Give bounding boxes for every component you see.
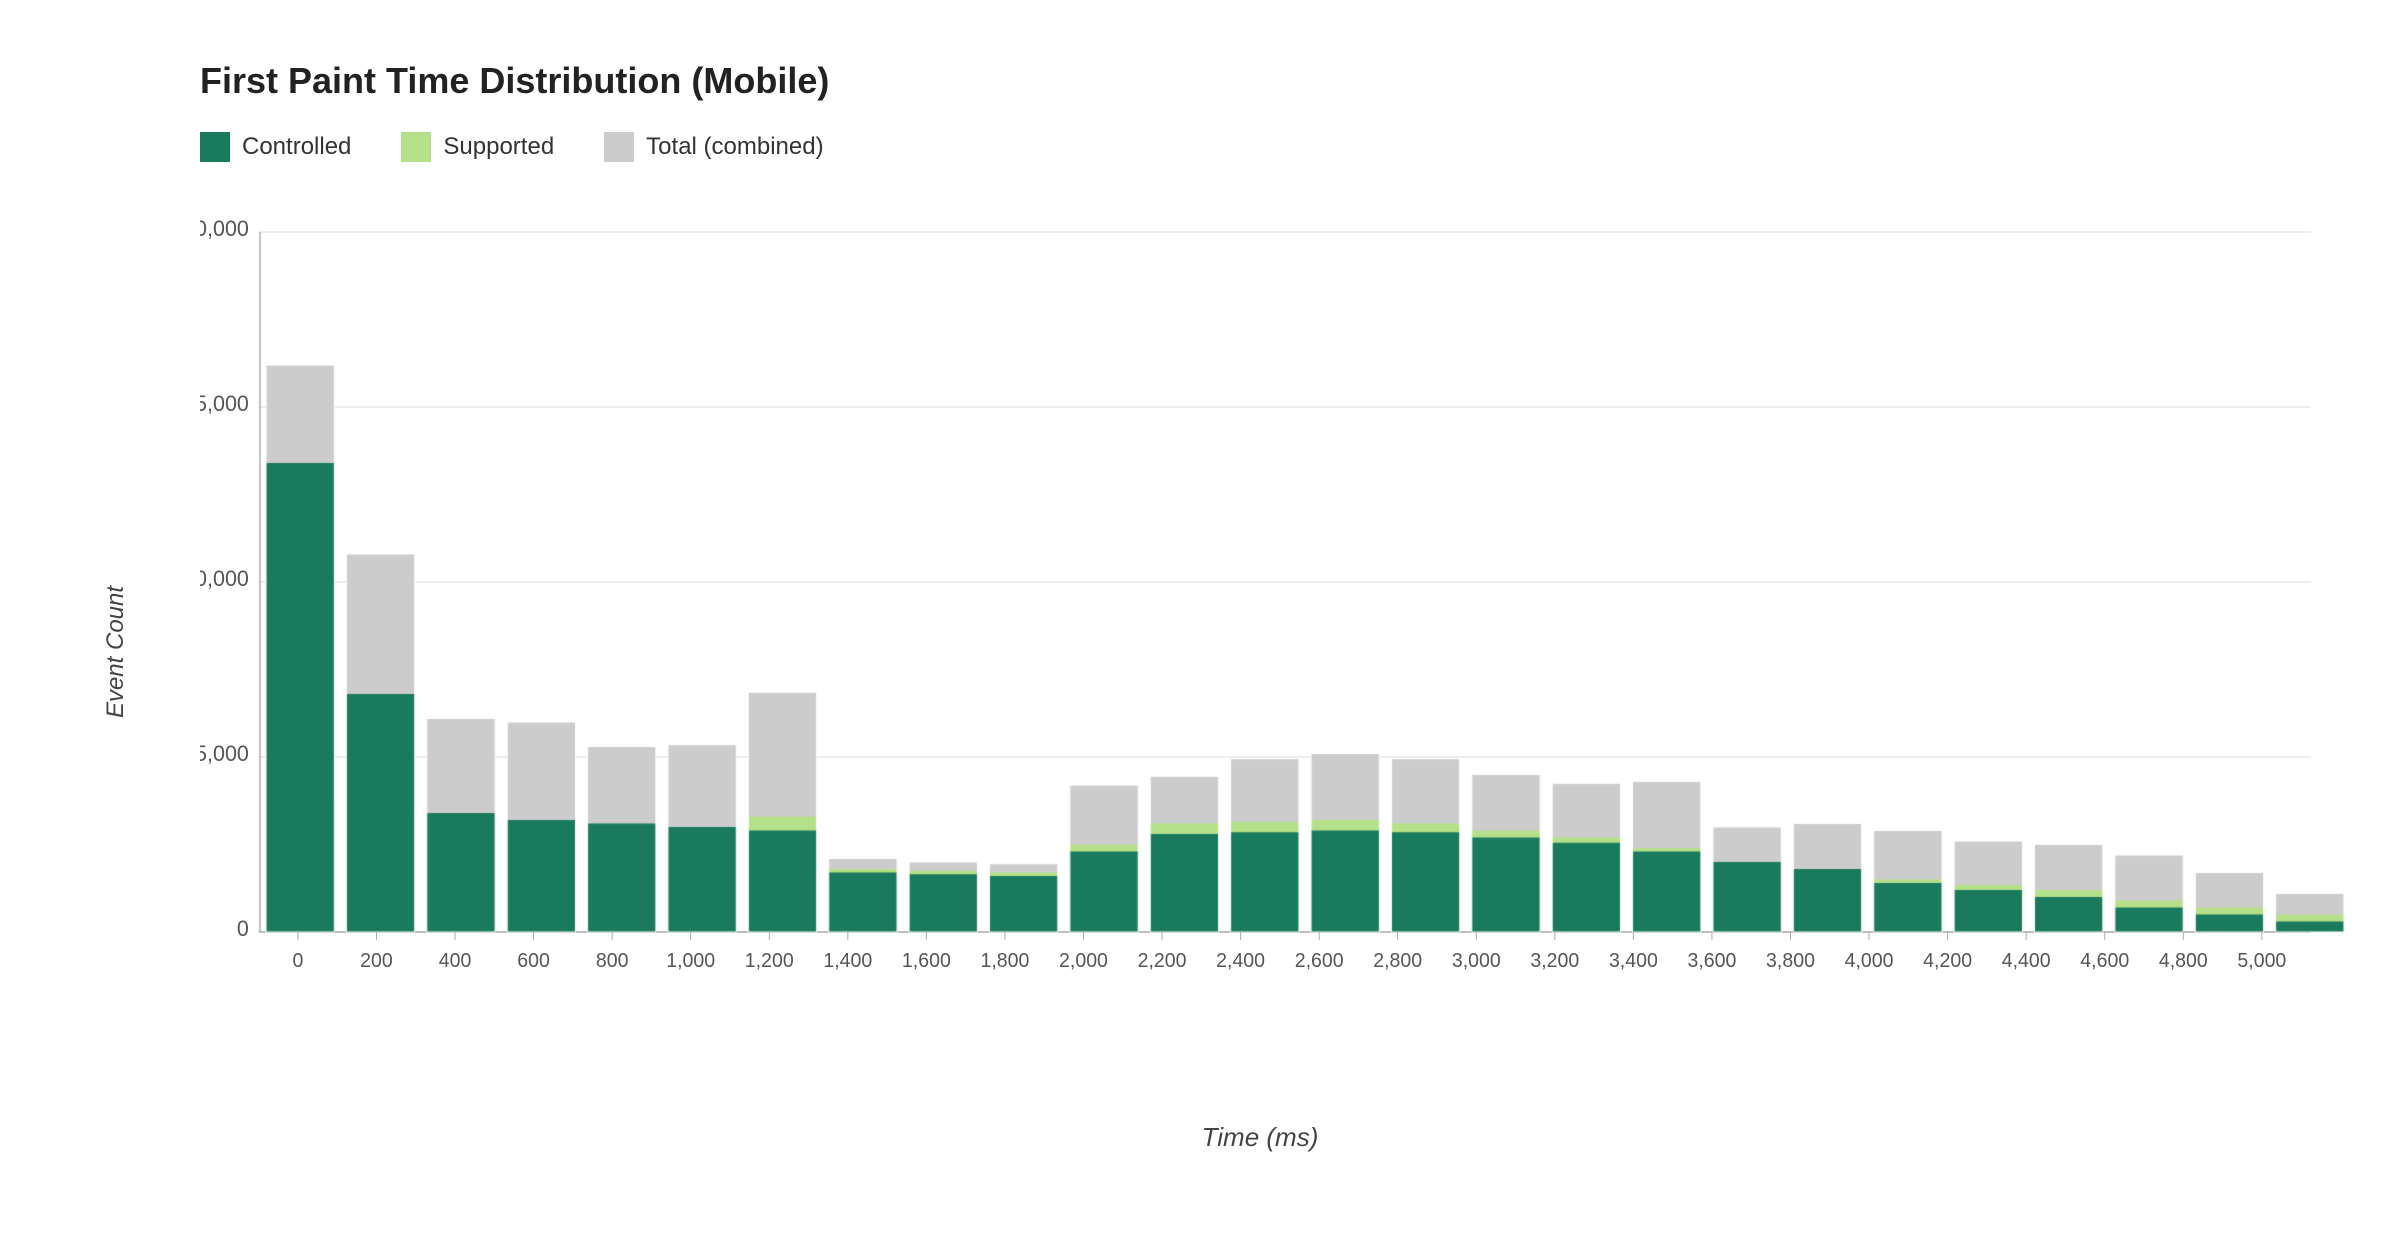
svg-text:4,800: 4,800 xyxy=(2159,950,2208,972)
chart-plot-area: Event Count 20,000 15,000 10,000 5,000 0 xyxy=(120,202,2320,1102)
svg-text:1,200: 1,200 xyxy=(745,950,794,972)
svg-text:4,000: 4,000 xyxy=(1845,950,1894,972)
y-axis-label: Event Count xyxy=(102,586,130,718)
svg-text:3,200: 3,200 xyxy=(1530,950,1579,972)
svg-text:2,600: 2,600 xyxy=(1295,950,1344,972)
svg-text:200: 200 xyxy=(360,950,393,972)
svg-text:1,800: 1,800 xyxy=(980,950,1029,972)
legend-item-controlled: Controlled xyxy=(200,132,351,162)
svg-text:2,200: 2,200 xyxy=(1138,950,1187,972)
legend-item-supported: Supported xyxy=(401,132,554,162)
svg-text:3,600: 3,600 xyxy=(1688,950,1737,972)
svg-text:2,000: 2,000 xyxy=(1059,950,1108,972)
chart-container: First Paint Time Distribution (Mobile) C… xyxy=(0,0,2400,1250)
svg-text:4,600: 4,600 xyxy=(2080,950,2129,972)
svg-text:5,000: 5,000 xyxy=(2237,950,2286,972)
bar-chart-canvas xyxy=(200,202,2350,1022)
controlled-swatch xyxy=(200,132,230,162)
legend: Controlled Supported Total (combined) xyxy=(200,132,2320,162)
svg-text:2,400: 2,400 xyxy=(1216,950,1265,972)
svg-text:4,400: 4,400 xyxy=(2002,950,2051,972)
svg-text:1,400: 1,400 xyxy=(823,950,872,972)
legend-label-controlled: Controlled xyxy=(242,133,351,161)
svg-text:400: 400 xyxy=(439,950,472,972)
svg-text:3,400: 3,400 xyxy=(1609,950,1658,972)
svg-text:1,000: 1,000 xyxy=(666,950,715,972)
svg-text:1,600: 1,600 xyxy=(902,950,951,972)
legend-item-total: Total (combined) xyxy=(604,132,823,162)
svg-text:600: 600 xyxy=(517,950,550,972)
x-axis-label: Time (ms) xyxy=(200,1122,2320,1153)
legend-label-supported: Supported xyxy=(443,133,554,161)
svg-text:0: 0 xyxy=(292,950,303,972)
supported-swatch xyxy=(401,132,431,162)
svg-text:3,000: 3,000 xyxy=(1452,950,1501,972)
svg-text:3,800: 3,800 xyxy=(1766,950,1815,972)
svg-text:4,200: 4,200 xyxy=(1923,950,1972,972)
total-swatch xyxy=(604,132,634,162)
chart-title: First Paint Time Distribution (Mobile) xyxy=(200,60,2320,102)
legend-label-total: Total (combined) xyxy=(646,133,823,161)
svg-text:2,800: 2,800 xyxy=(1373,950,1422,972)
svg-text:800: 800 xyxy=(596,950,629,972)
